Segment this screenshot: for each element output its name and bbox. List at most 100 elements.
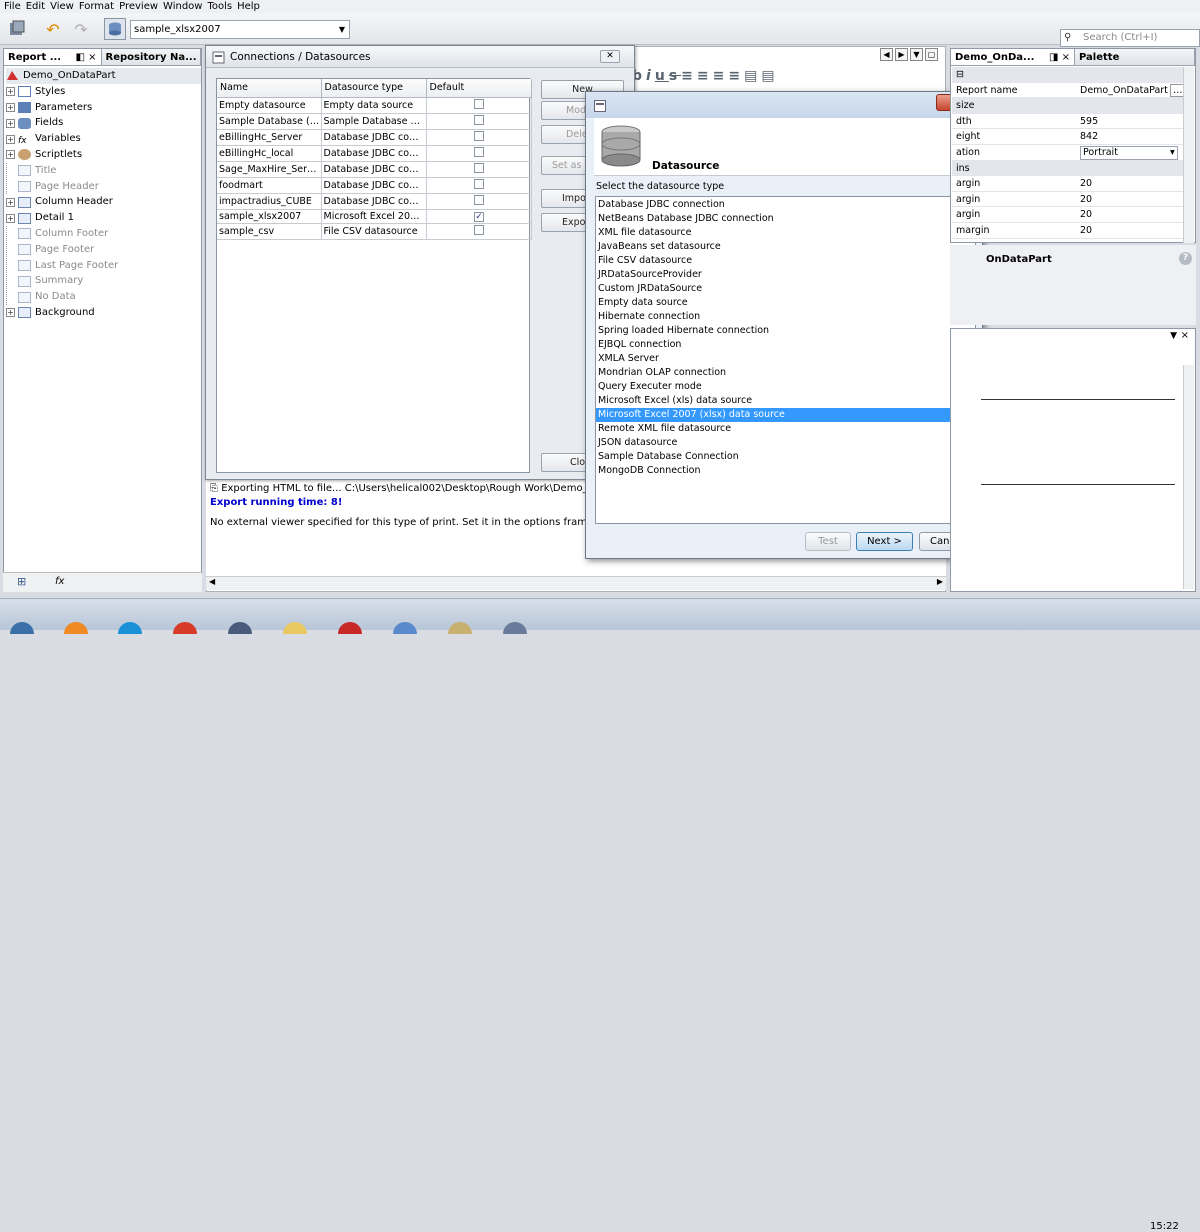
structure-icon[interactable]: ⊞	[17, 575, 26, 588]
property-row[interactable]: argin 20	[952, 192, 1184, 208]
table-row[interactable]: foodmart Database JDBC conn...	[217, 177, 532, 194]
list-item[interactable]: JavaBeans set datasource	[596, 240, 975, 254]
menu-tools[interactable]: Tools	[207, 0, 237, 13]
property-row[interactable]: argin 20	[952, 176, 1184, 192]
list-item[interactable]: XML file datasource	[596, 226, 975, 240]
property-value[interactable]: Portrait	[1080, 146, 1178, 160]
list-item[interactable]: Database JDBC connection	[596, 198, 975, 212]
default-checkbox[interactable]	[474, 98, 484, 109]
chevron-down-icon[interactable]: ▼	[910, 48, 923, 61]
tree-item-detail[interactable]: + Detail 1	[6, 210, 201, 226]
chevron-down-icon[interactable]: ▼	[1170, 331, 1177, 341]
expand-icon[interactable]: +	[6, 308, 15, 318]
list-item[interactable]: Microsoft Excel 2007 (xlsx) data source	[596, 408, 975, 422]
search-input[interactable]: ⚲ Search (Ctrl+I)	[1060, 29, 1200, 47]
chevron-right-icon[interactable]: ▶	[937, 577, 943, 586]
help-icon[interactable]: ?	[1179, 252, 1192, 265]
expand-icon[interactable]: +	[6, 197, 15, 207]
list-item[interactable]: Custom JRDataSource	[596, 282, 975, 296]
horizontal-scrollbar[interactable]: ◀ ▶	[206, 576, 946, 590]
expand-icon[interactable]: +	[6, 118, 15, 128]
fx-icon[interactable]: fx	[55, 576, 64, 587]
chevron-down-icon[interactable]: ▾	[1170, 145, 1175, 161]
menu-window[interactable]: Window	[163, 0, 207, 13]
list-item[interactable]: JSON datasource	[596, 436, 975, 450]
list-item[interactable]: NetBeans Database JDBC connection	[596, 212, 975, 226]
tree-item-background[interactable]: + Background	[6, 305, 201, 321]
close-icon[interactable]: ×	[1181, 330, 1189, 341]
tree-item-styles[interactable]: + Styles	[6, 84, 201, 100]
default-checkbox[interactable]	[474, 194, 484, 205]
property-row[interactable]: eight 842	[952, 129, 1184, 145]
close-icon[interactable]: ◧ ×	[75, 51, 96, 64]
expand-icon[interactable]: +	[6, 102, 15, 112]
report-datasource-select[interactable]: sample_xlsx2007 ▼	[130, 20, 350, 39]
tree-root[interactable]: Demo_OnDataPart	[6, 68, 201, 84]
underline-icon[interactable]: u	[655, 68, 669, 84]
property-value[interactable]: 842	[1080, 129, 1098, 145]
vertical-scrollbar[interactable]	[1183, 365, 1194, 589]
table-row[interactable]: Sage_MaxHire_Server Database JDBC conn...	[217, 161, 532, 178]
table-row[interactable]: eBillingHc_local Database JDBC conn...	[217, 145, 532, 162]
list-item[interactable]: File CSV datasource	[596, 254, 975, 268]
table-row[interactable]: Empty datasource Empty data source	[217, 97, 532, 114]
next-button[interactable]: Next >	[856, 532, 913, 551]
default-checkbox[interactable]	[474, 224, 484, 235]
chevron-right-icon[interactable]: ▶	[895, 48, 908, 61]
list-item[interactable]: Spring loaded Hibernate connection	[596, 324, 975, 338]
undo-icon[interactable]: ↶	[42, 18, 64, 40]
list-item[interactable]: Mondrian OLAP connection	[596, 366, 975, 380]
vertical-scrollbar[interactable]	[1183, 67, 1194, 243]
list-item[interactable]: Sample Database Connection	[596, 450, 975, 464]
property-row[interactable]: dth 595	[952, 114, 1184, 130]
menu-format[interactable]: Format	[79, 0, 119, 13]
table-row[interactable]: sample_csv File CSV datasource	[217, 223, 532, 240]
tree-item-column-footer[interactable]: Column Footer	[6, 226, 201, 242]
property-category[interactable]: ins	[952, 160, 1184, 177]
tab-properties[interactable]: Demo_OnDa... ◨ ×	[951, 49, 1075, 65]
tree-item-title[interactable]: Title	[6, 163, 201, 179]
menu-view[interactable]: View	[50, 0, 79, 13]
property-value[interactable]: 20	[1080, 176, 1092, 192]
list-item[interactable]: Microsoft Excel (xls) data source	[596, 394, 975, 408]
menu-help[interactable]: Help	[237, 0, 265, 13]
italic-icon[interactable]: i	[646, 68, 655, 84]
property-value[interactable]: 20	[1080, 207, 1092, 223]
property-row[interactable]: margin 20	[952, 223, 1184, 239]
property-value[interactable]: Demo_OnDataPart	[1080, 83, 1168, 99]
table-row[interactable]: eBillingHc_Server Database JDBC conn...	[217, 129, 532, 146]
align-left-icon[interactable]: ≡	[681, 68, 697, 84]
tab-repository-navigator[interactable]: Repository Na...	[102, 49, 201, 65]
column-header-type[interactable]: Datasource type	[321, 79, 427, 98]
collapse-icon[interactable]: ⊟	[956, 67, 964, 83]
tab-palette[interactable]: Palette	[1075, 49, 1195, 65]
default-checkbox[interactable]	[474, 114, 484, 125]
datasource-icon[interactable]	[104, 18, 126, 40]
tree-item-column-header[interactable]: + Column Header	[6, 194, 201, 210]
strikethrough-icon[interactable]: s	[669, 68, 681, 84]
restore-window-icon[interactable]: ▢	[925, 48, 938, 61]
property-value[interactable]: 20	[1080, 223, 1092, 239]
column-header-default[interactable]: Default	[426, 79, 532, 98]
default-checkbox[interactable]: ✓	[474, 211, 484, 222]
list-item[interactable]: Empty data source	[596, 296, 975, 310]
default-checkbox[interactable]	[474, 130, 484, 141]
chevron-left-icon[interactable]: ◀	[880, 48, 893, 61]
menu-edit[interactable]: Edit	[26, 0, 50, 13]
expand-icon[interactable]: +	[6, 213, 15, 223]
expand-icon[interactable]: +	[6, 134, 15, 144]
list-item[interactable]: MongoDB Connection	[596, 464, 975, 478]
list-item[interactable]: Remote XML file datasource	[596, 422, 975, 436]
default-checkbox[interactable]	[474, 178, 484, 189]
menu-preview[interactable]: Preview	[119, 0, 163, 13]
list-item[interactable]: EJBQL connection	[596, 338, 975, 352]
close-icon[interactable]: ✕	[600, 50, 620, 63]
save-all-icon[interactable]	[6, 18, 28, 40]
property-category[interactable]: ⊟	[952, 67, 1184, 83]
expand-icon[interactable]: +	[6, 87, 15, 97]
tree-item-variables[interactable]: + fx Variables	[6, 131, 201, 147]
tree-item-last-page-footer[interactable]: Last Page Footer	[6, 257, 201, 274]
tree-item-no-data[interactable]: No Data	[6, 289, 201, 305]
list-item[interactable]: XMLA Server	[596, 352, 975, 366]
list-item[interactable]: JRDataSourceProvider	[596, 268, 975, 282]
